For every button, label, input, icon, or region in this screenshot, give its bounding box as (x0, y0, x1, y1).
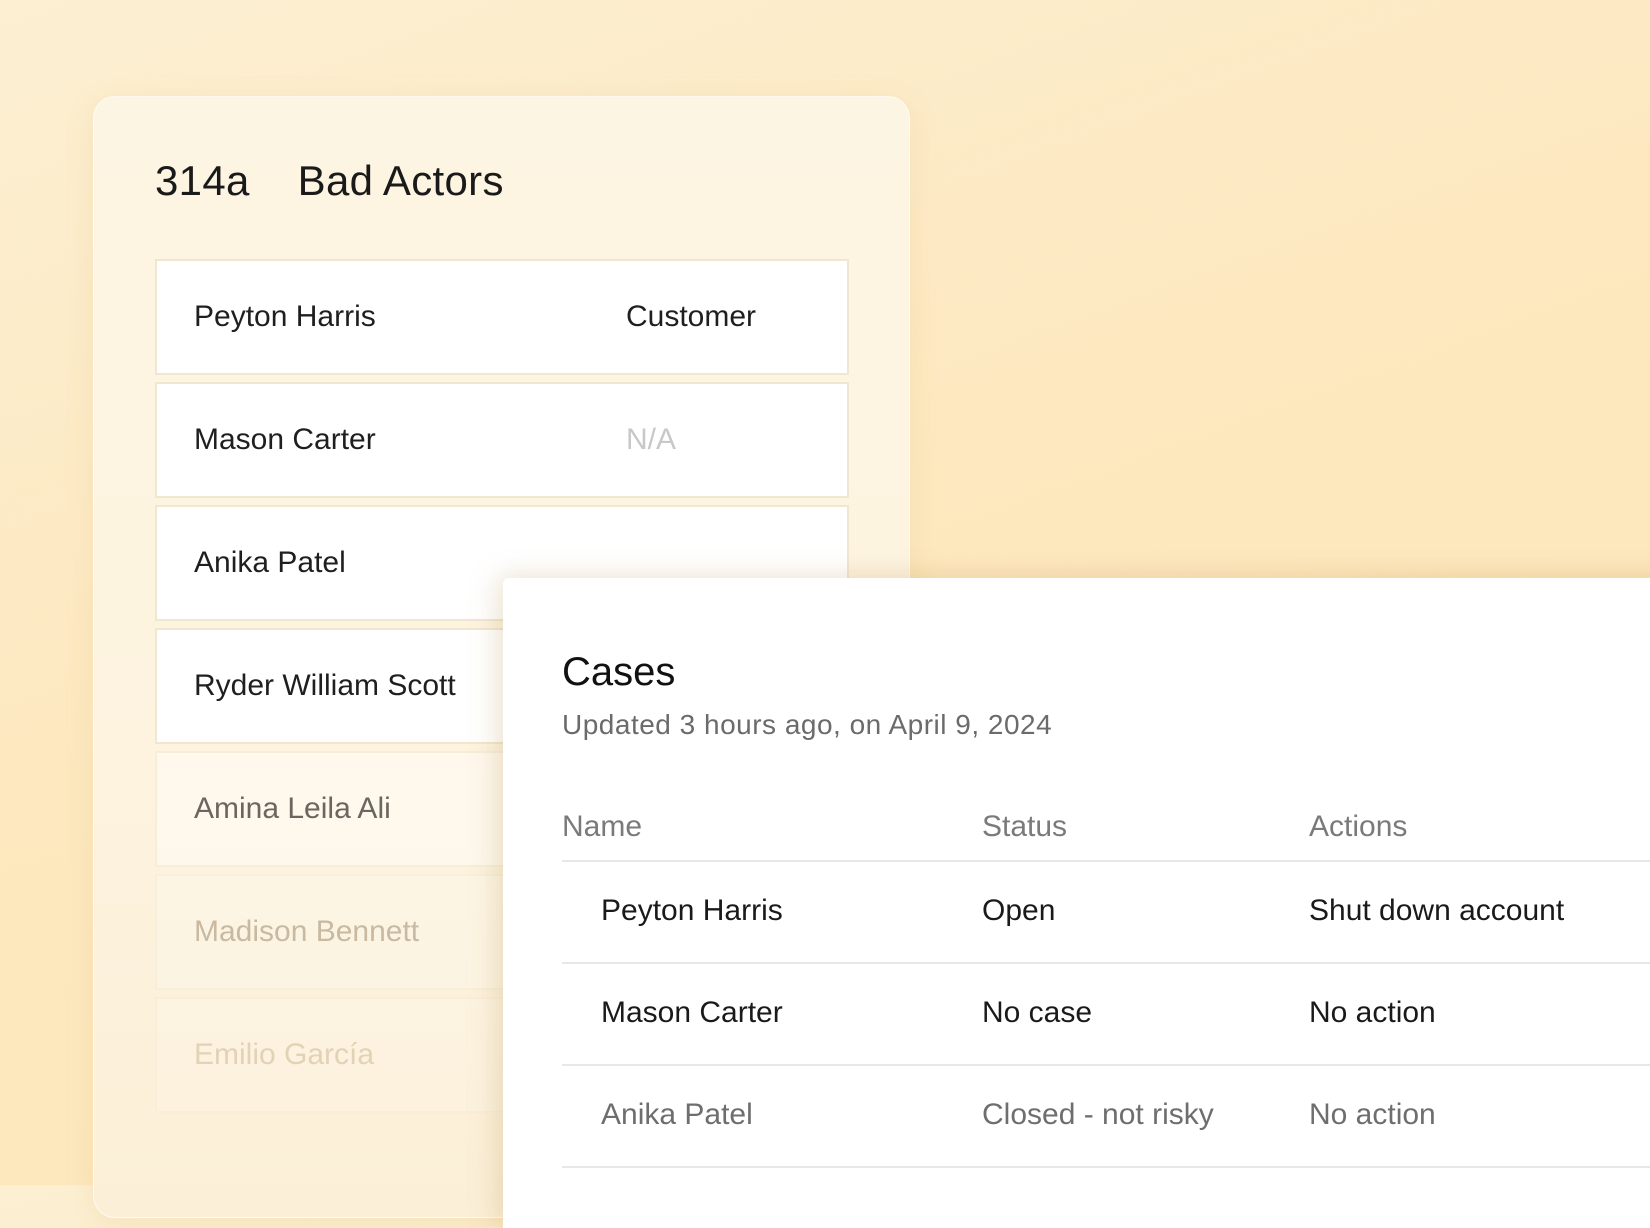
column-header-name[interactable]: Name (562, 810, 642, 844)
actor-name: Amina Leila Ali (194, 792, 391, 825)
table-row[interactable]: Mason Carter No case No action (562, 964, 1650, 1066)
case-name: Anika Patel (601, 1098, 753, 1131)
actor-name: Emilio García (194, 1038, 375, 1071)
cases-updated-text: Updated 3 hours ago, on April 9, 2024 (562, 709, 1053, 740)
case-name: Mason Carter (601, 996, 783, 1029)
case-action[interactable]: No action (1309, 996, 1436, 1030)
cases-title: Cases (562, 650, 676, 694)
actor-role: N/A (626, 423, 677, 456)
actor-role: Customer (626, 300, 757, 333)
case-status: Closed - not risky (982, 1098, 1214, 1131)
actor-name: Madison Bennett (194, 915, 420, 948)
actor-name: Ryder William Scott (194, 669, 456, 702)
actor-name: Peyton Harris (194, 300, 376, 333)
actor-row[interactable]: Peyton Harris Customer (155, 259, 849, 375)
section-code: 314a (155, 157, 250, 204)
case-status: No case (982, 996, 1093, 1029)
column-header-actions[interactable]: Actions (1309, 810, 1407, 844)
section-title: Bad Actors (297, 157, 504, 204)
actor-row[interactable]: Mason Carter N/A (155, 382, 849, 498)
actor-name: Mason Carter (194, 423, 376, 456)
table-row[interactable]: Peyton Harris Open Shut down account (562, 862, 1650, 964)
case-action[interactable]: Shut down account (1309, 894, 1564, 928)
table-row[interactable]: Anika Patel Closed - not risky No action (562, 1066, 1650, 1168)
case-action[interactable]: No action (1309, 1098, 1436, 1132)
cases-card: Cases Updated 3 hours ago, on April 9, 2… (503, 578, 1650, 1228)
actor-name: Anika Patel (194, 546, 346, 579)
cases-table-header: Name Status Actions (562, 810, 1650, 862)
bad-actors-header: 314a Bad Actors (155, 157, 504, 205)
column-header-status[interactable]: Status (982, 810, 1067, 844)
case-name: Peyton Harris (601, 894, 783, 927)
case-status: Open (982, 894, 1056, 927)
